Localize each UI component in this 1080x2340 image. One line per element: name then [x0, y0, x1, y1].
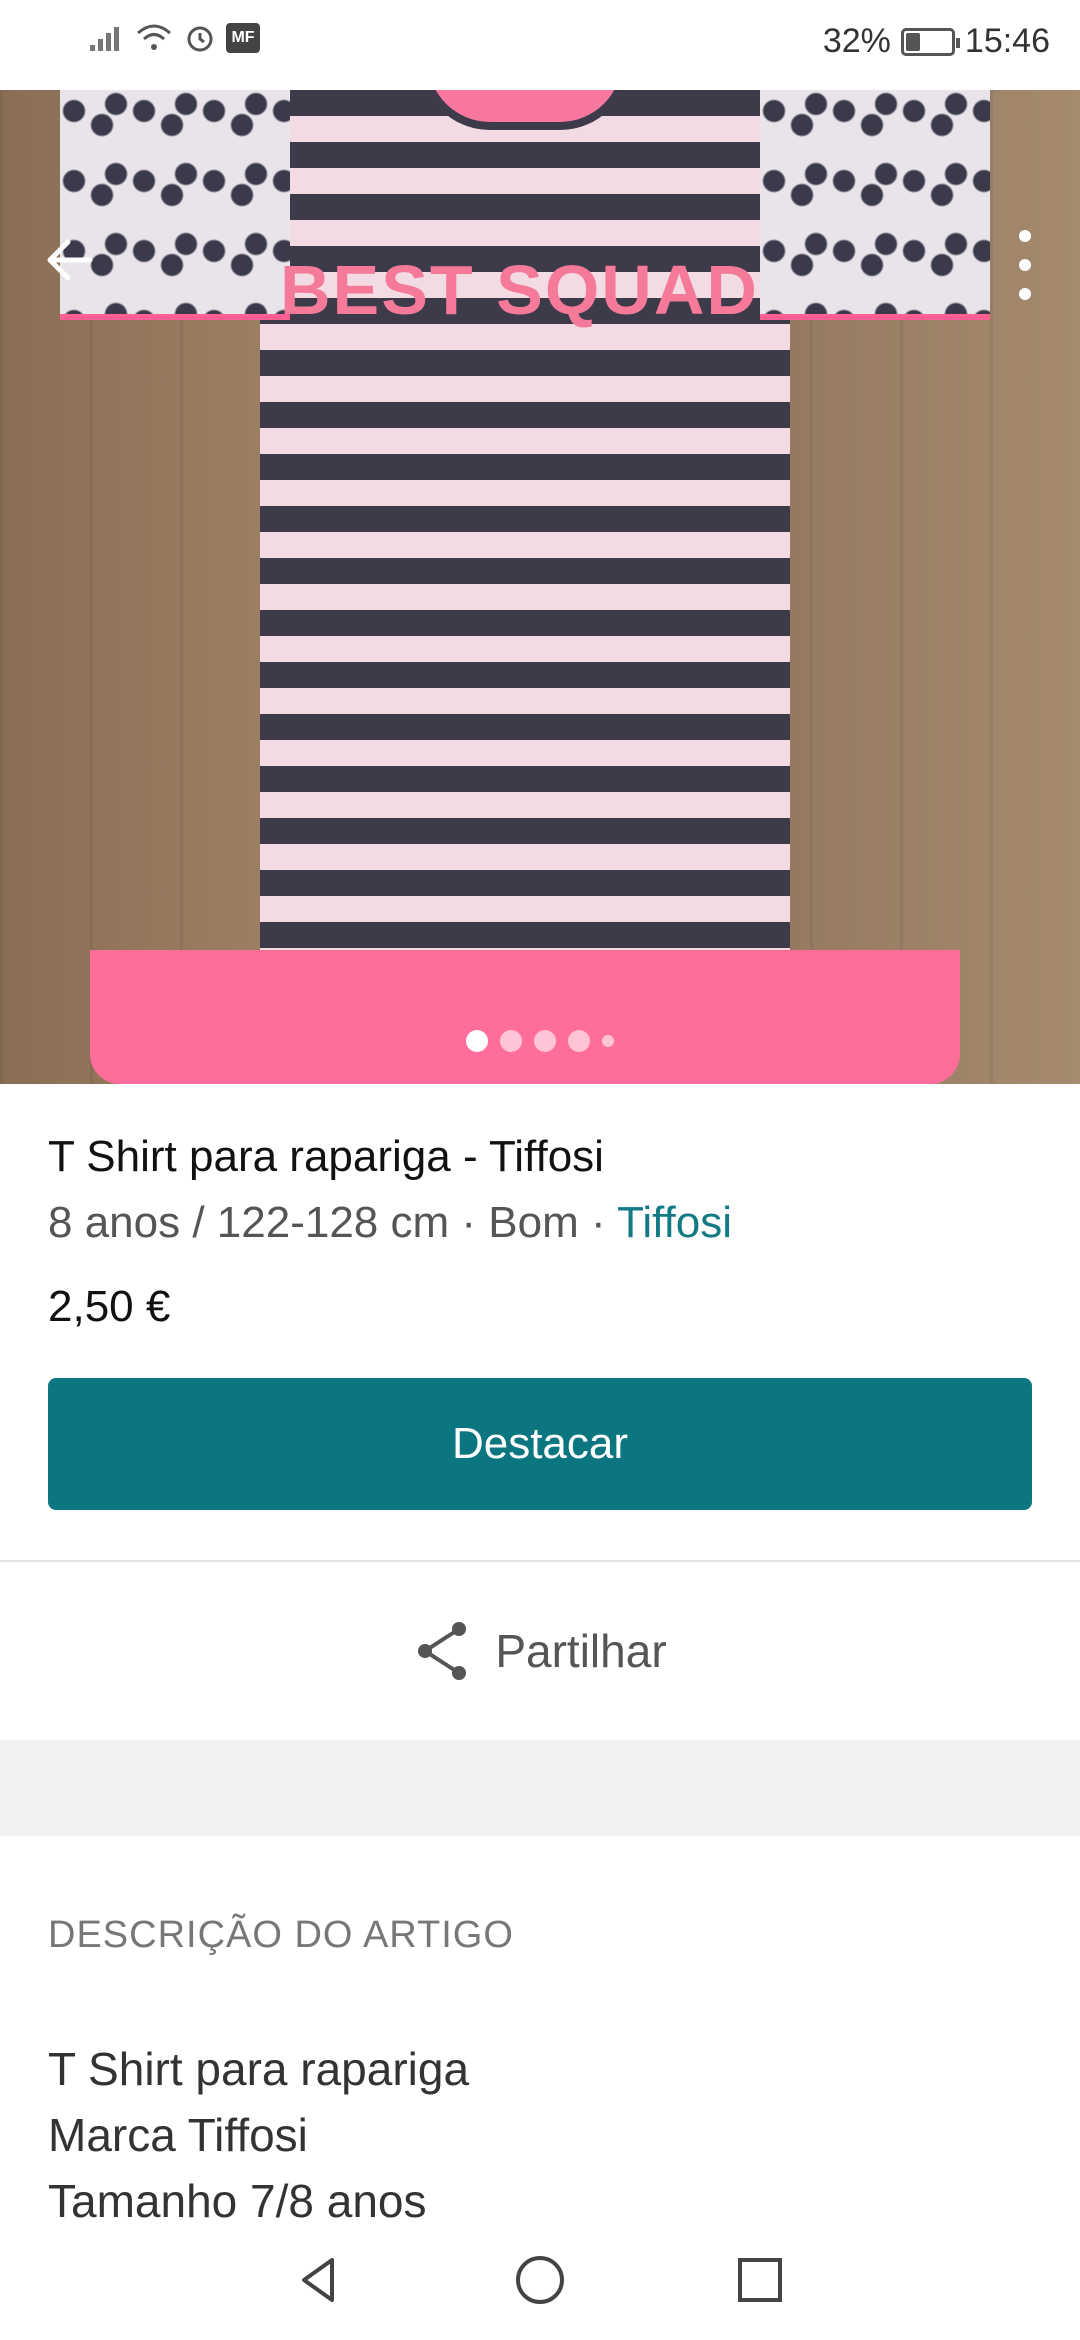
nav-home-icon[interactable] [510, 2250, 570, 2310]
meta-separator: · [461, 1198, 477, 1247]
item-size: 8 anos / 122-128 cm [48, 1198, 450, 1247]
battery-icon [900, 27, 960, 56]
bump-button[interactable]: Destacar [48, 1378, 1032, 1510]
signal-icon [90, 27, 119, 51]
wifi-icon [137, 24, 171, 50]
share-button[interactable]: Partilhar [0, 1562, 1080, 1740]
share-label: Partilhar [495, 1625, 667, 1677]
status-icons-right: 32% 15:46 [823, 22, 1050, 61]
shirt-hem [90, 950, 960, 1084]
meta-separator: · [590, 1198, 606, 1247]
nav-back-icon[interactable] [290, 2250, 350, 2310]
battery-percent: 32% [822, 22, 891, 60]
description-text: T Shirt para rapariga Marca Tiffosi Tama… [48, 2036, 469, 2234]
description-line: T Shirt para rapariga [48, 2043, 470, 2095]
carousel-dot [534, 1030, 556, 1052]
item-brand-link[interactable]: Tiffosi [617, 1198, 732, 1247]
shirt-stripes [260, 90, 790, 950]
battery-level [905, 32, 920, 51]
back-arrow-icon[interactable] [40, 230, 100, 290]
more-options-icon[interactable] [1010, 230, 1040, 300]
nav-recents-icon[interactable] [730, 2250, 790, 2310]
section-spacer [0, 1740, 1080, 1836]
item-title: T Shirt para rapariga - Tiffosi [48, 1132, 604, 1181]
alarm-icon [187, 26, 213, 52]
share-icon [418, 1622, 467, 1680]
description-heading: DESCRIÇÃO DO ARTIGO [48, 1914, 514, 1956]
shirt-photo: BEST SQUAD [60, 90, 990, 1084]
item-condition: Bom [488, 1198, 579, 1247]
carousel-dot [466, 1030, 488, 1052]
carousel-dot [500, 1030, 522, 1052]
shirt-sleeve-right [760, 90, 990, 320]
item-photo-carousel[interactable]: BEST SQUAD [0, 90, 1080, 1084]
carrier-badge: MF [226, 23, 260, 53]
system-nav-bar [0, 2220, 1080, 2340]
carousel-dot [602, 1035, 614, 1047]
status-icons-left: MF [88, 22, 260, 54]
carousel-dot [568, 1030, 590, 1052]
status-bar: MF 32% 15:46 [0, 0, 1080, 90]
shirt-print-text: BEST SQUAD [280, 251, 759, 329]
item-meta: 8 anos / 122-128 cm · Bom · Tiffosi [48, 1198, 732, 1248]
description-line: Marca Tiffosi [48, 2109, 308, 2161]
carousel-indicator [0, 1030, 1080, 1052]
clock: 15:46 [964, 22, 1050, 60]
item-price: 2,50 € [48, 1282, 171, 1331]
